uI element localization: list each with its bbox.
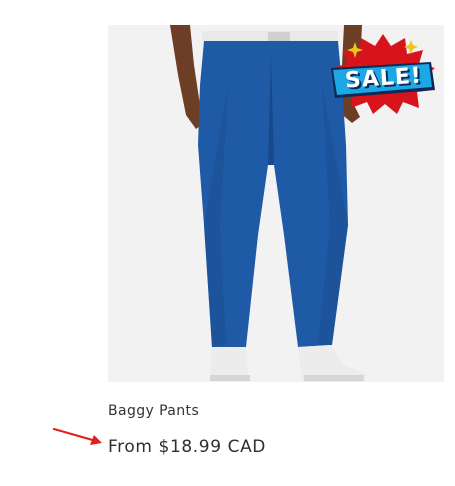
sale-badge-text: SALE! <box>327 32 439 116</box>
badge-label: SALE! <box>343 62 423 94</box>
product-title[interactable]: Baggy Pants <box>108 403 199 419</box>
annotation-arrow-icon <box>52 427 102 445</box>
product-card[interactable]: SALE! Baggy Pants From $18.99 CAD <box>0 0 455 486</box>
product-price: From $18.99 CAD <box>108 437 266 457</box>
page: SALE! Baggy Pants From $18.99 CAD <box>0 0 455 486</box>
